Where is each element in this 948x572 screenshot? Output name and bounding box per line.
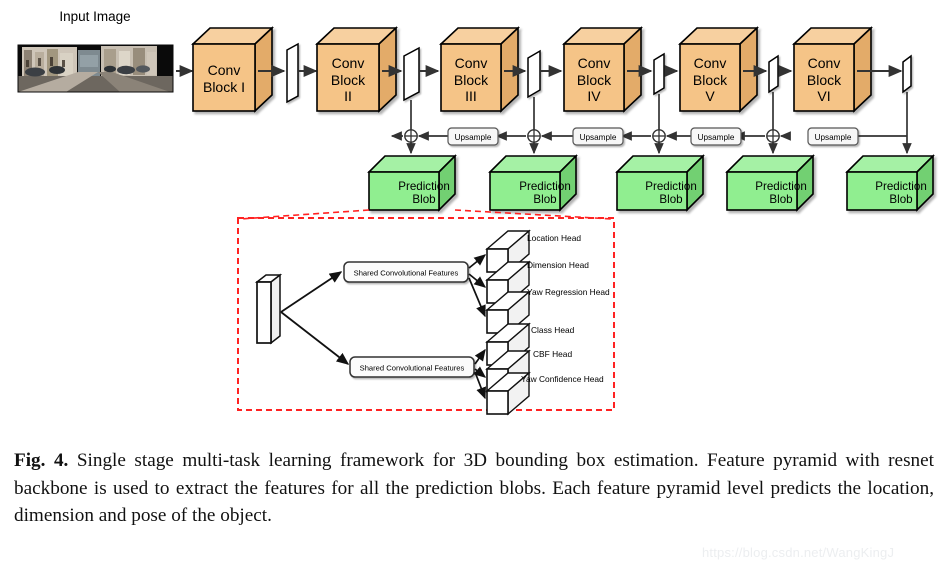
prediction-blob-1-line1: Prediction	[398, 180, 450, 193]
watermark-url: https://blog.csdn.net/WangKingJ	[702, 545, 895, 560]
input-image-group: Input Image	[17, 9, 194, 93]
inset-arrow-to-shared-bottom	[280, 311, 350, 365]
conv-block-i-label: Conv Block I	[203, 62, 245, 95]
input-image-label: Input Image	[59, 9, 130, 24]
upsample-label-2: Upsample	[580, 133, 617, 142]
prediction-blob-4-line2: Blob	[769, 193, 792, 206]
inset-source-feature-map	[254, 273, 283, 345]
shared-conv-features-top-label: Shared Convolutional Features	[354, 269, 459, 278]
merge-node-4	[766, 129, 780, 143]
feature-slice-6	[902, 54, 912, 94]
conv-block-ii-line2: Block	[331, 72, 366, 88]
conv-block-iii-line2: Block	[454, 72, 489, 88]
conv-block-iii-line3: III	[465, 88, 477, 104]
head-label-yaw-confidence: Yaw Confidence Head	[521, 374, 604, 384]
figure-caption: Fig. 4. Single stage multi-task learning…	[14, 447, 934, 530]
merge-node-3	[652, 129, 666, 143]
head-label-cbf: CBF Head	[533, 349, 572, 359]
conv-block-i-line2: Block I	[203, 79, 245, 95]
merge-node-2	[527, 129, 541, 143]
head-label-location: Location Head	[527, 233, 581, 243]
conv-block-vi-line3: VI	[817, 88, 830, 104]
conv-block-vi-line1: Conv	[808, 55, 841, 71]
figure-number: Fig. 4.	[14, 450, 69, 471]
prediction-blob-4-line1: Prediction	[755, 180, 807, 193]
prediction-blob-3-line2: Blob	[659, 193, 682, 206]
head-label-yaw-regression: Yaw Regression Head	[527, 287, 610, 297]
prediction-blob-5-line1: Prediction	[875, 180, 927, 193]
head-label-dimension: Dimension Head	[527, 260, 589, 270]
merge-node-1	[404, 129, 418, 143]
conv-block-iii-line1: Conv	[455, 55, 488, 71]
prediction-blob-3-line1: Prediction	[645, 180, 697, 193]
figure-diagram: Input Image Conv Block I Conv Block II C…	[0, 0, 948, 440]
prediction-blob-1-line2: Blob	[412, 193, 435, 206]
feature-slice-2	[403, 46, 420, 102]
arrow-shared-bottom-to-class	[474, 348, 486, 365]
conv-block-vi-line2: Block	[807, 72, 842, 88]
conv-block-v-line1: Conv	[694, 55, 727, 71]
feature-slice-1	[286, 42, 299, 104]
shared-conv-features-top: Shared Convolutional Features	[343, 261, 469, 283]
feature-slice-3	[527, 49, 541, 99]
upsample-box-4: Upsample	[807, 127, 859, 146]
conv-block-ii-line3: II	[344, 88, 352, 104]
prediction-blob-2-line2: Blob	[533, 193, 556, 206]
conv-block-iv-line2: Block	[577, 72, 612, 88]
upsample-label-1: Upsample	[455, 133, 492, 142]
upsample-label-4: Upsample	[815, 133, 852, 142]
shared-conv-features-bottom-label: Shared Convolutional Features	[360, 364, 465, 373]
prediction-blob-2-line1: Prediction	[519, 180, 571, 193]
feature-slice-4	[653, 52, 665, 96]
head-label-class: Class Head	[531, 325, 575, 335]
arrow-shared-top-to-yaw-regression	[468, 277, 486, 318]
conv-block-ii-line1: Conv	[332, 55, 365, 71]
upsample-label-3: Upsample	[698, 133, 735, 142]
conv-block-v-line2: Block	[693, 72, 728, 88]
upsample-box-3: Upsample	[690, 127, 742, 146]
conv-block-i-line1: Conv	[208, 62, 241, 78]
caption-text: Single stage multi-task learning framewo…	[14, 450, 934, 526]
inset-arrow-to-shared-top	[280, 271, 343, 313]
conv-block-iv-line1: Conv	[578, 55, 611, 71]
upsample-box-1: Upsample	[447, 127, 499, 146]
upsample-box-2: Upsample	[572, 127, 624, 146]
input-image-thumbnail	[17, 44, 174, 93]
shared-conv-features-bottom: Shared Convolutional Features	[349, 356, 475, 378]
conv-block-v-line3: V	[705, 88, 715, 104]
arrow-shared-top-to-location	[468, 254, 487, 269]
conv-block-iv-line3: IV	[587, 88, 601, 104]
prediction-blob-5-line2: Blob	[889, 193, 912, 206]
feature-slice-5	[768, 54, 779, 94]
